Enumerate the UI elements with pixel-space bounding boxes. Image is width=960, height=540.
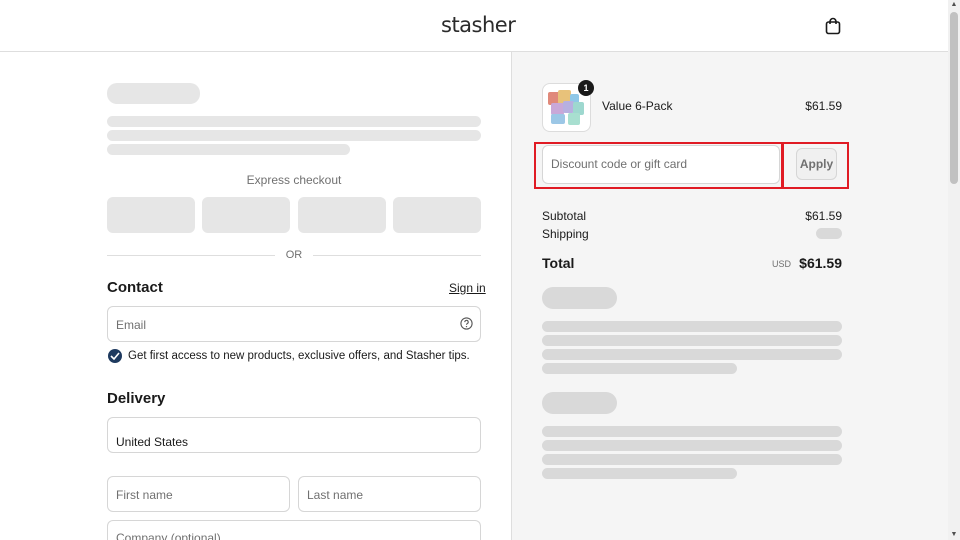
email-field[interactable]: Email <box>107 306 481 342</box>
skeleton-line <box>542 468 737 479</box>
or-divider: OR <box>107 248 481 262</box>
logo[interactable]: stasher <box>441 13 516 37</box>
skeleton-line <box>542 363 737 374</box>
skeleton-line <box>107 116 481 127</box>
skeleton-line <box>542 321 842 332</box>
shipping-value-skeleton <box>816 228 842 239</box>
page-scrollbar[interactable]: ▲ ▼ <box>948 0 960 540</box>
express-checkout-label: Express checkout <box>246 173 342 187</box>
shipping-label: Shipping <box>542 227 589 241</box>
country-value: United States <box>116 435 189 449</box>
check-icon <box>110 352 120 360</box>
last-name-field[interactable]: Last name <box>298 476 481 512</box>
skeleton-line <box>107 130 481 141</box>
highlight-box-discount-input <box>534 142 784 189</box>
scroll-down-arrow-icon[interactable]: ▼ <box>950 531 958 539</box>
divider-line <box>313 255 481 256</box>
skeleton-line <box>542 349 842 360</box>
shopping-bag-icon[interactable] <box>824 17 842 35</box>
scroll-up-arrow-icon[interactable]: ▲ <box>950 1 958 9</box>
question-circle-icon[interactable] <box>460 317 473 330</box>
sign-in-link[interactable]: Sign in <box>449 281 486 295</box>
last-name-placeholder: Last name <box>307 488 364 502</box>
contact-title: Contact <box>107 279 163 296</box>
subtotal-label: Subtotal <box>542 209 587 223</box>
country-select[interactable]: United States <box>107 417 481 453</box>
skeleton-line <box>107 144 350 155</box>
product-price: $61.59 <box>805 99 842 113</box>
skeleton-line <box>542 426 842 437</box>
company-placeholder: Company (optional) <box>116 531 221 540</box>
skeleton-heading <box>542 287 617 309</box>
delivery-title: Delivery <box>107 390 166 407</box>
express-checkout-button[interactable] <box>298 197 386 233</box>
email-placeholder: Email <box>116 318 147 332</box>
marketing-opt-in-label: Get first access to new products, exclus… <box>128 350 470 362</box>
skeleton-heading <box>107 83 200 104</box>
express-checkout-button[interactable] <box>202 197 290 233</box>
company-field[interactable]: Company (optional) <box>107 520 481 540</box>
marketing-opt-in-checkbox[interactable] <box>108 349 122 363</box>
scrollbar-thumb[interactable] <box>950 12 958 184</box>
product-name: Value 6-Pack <box>602 99 673 113</box>
first-name-field[interactable]: First name <box>107 476 290 512</box>
header: stasher <box>0 0 948 52</box>
subtotal-value: $61.59 <box>805 209 842 223</box>
first-name-placeholder: First name <box>116 488 173 502</box>
skeleton-line <box>542 335 842 346</box>
highlight-box-apply-button <box>781 142 849 189</box>
skeleton-line <box>542 454 842 465</box>
skeleton-heading <box>542 392 617 414</box>
express-checkout-button[interactable] <box>393 197 481 233</box>
quantity-badge: 1 <box>578 80 594 96</box>
total-label: Total <box>542 255 575 271</box>
skeleton-line <box>542 440 842 451</box>
total-value: $61.59 <box>799 255 842 271</box>
express-checkout-button[interactable] <box>107 197 195 233</box>
